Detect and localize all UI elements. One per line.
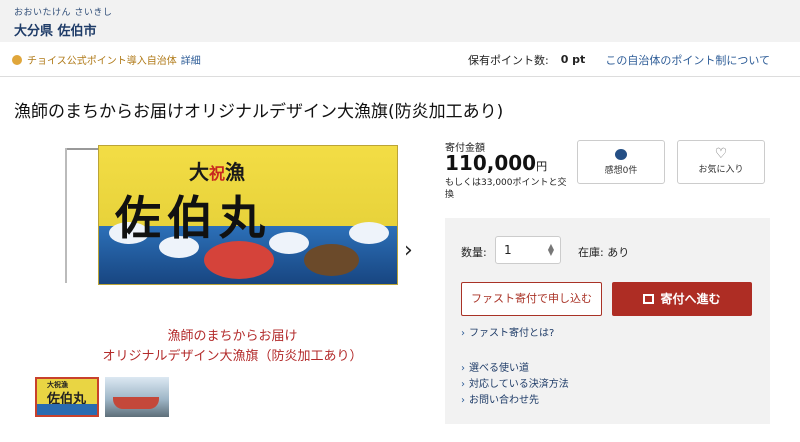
donation-amount: 110,000円 [445, 151, 548, 175]
chevron-right-icon: › [461, 328, 465, 339]
flag-wave [349, 222, 389, 244]
holding-points-value: 0 pt [560, 53, 586, 66]
flag-top-text: 大祝漁 [189, 160, 246, 184]
donate-button[interactable]: 寄付へ進む [612, 282, 752, 316]
point-system-link[interactable]: この自治体のポイント制について [605, 52, 770, 68]
chevron-right-icon: › [461, 363, 465, 374]
quantity-label: 数量: [461, 246, 487, 259]
favorite-button[interactable]: ♡ お気に入り [677, 140, 765, 184]
fast-donation-info-link[interactable]: › ファスト寄付とは? [461, 324, 554, 339]
thumbnail-flag[interactable]: 大祝漁 佐伯丸 [35, 377, 99, 417]
quantity-value: 1 [504, 243, 512, 257]
donation-panel: 数量: 1 ▲ ▼ 在庫: あり ファスト寄付で申し込む 寄付へ進む › ファスト寄… [445, 218, 770, 424]
boat-illustration [113, 397, 159, 409]
payment-methods-link[interactable]: › 対応している決済方法 [461, 375, 569, 390]
holding-points-label: 保有ポイント数: [467, 53, 549, 67]
tairyo-flag: 大祝漁 佐伯丸 [98, 145, 398, 285]
stock-status: 在庫: あり [578, 246, 630, 259]
usage-options-link[interactable]: › 選べる使い道 [461, 359, 529, 374]
header: おおいたけん さいきし 大分県 佐伯市 [0, 0, 800, 42]
point-bar: チョイス公式ポイント導入自治体 詳細 保有ポイント数: 0 pt この自治体のポ… [0, 43, 800, 77]
official-point-label: チョイス公式ポイント導入自治体 [27, 56, 177, 67]
flag-pole-vertical [65, 148, 67, 283]
image-caption-line1: 漁師のまちからお届け [167, 329, 298, 344]
fast-apply-button[interactable]: ファスト寄付で申し込む [461, 282, 602, 316]
impressions-button[interactable]: 感想0件 [577, 140, 665, 184]
next-image-arrow-icon[interactable]: › [404, 238, 413, 263]
thumbnail-sea [37, 404, 97, 415]
product-main-image[interactable]: 大祝漁 佐伯丸 漁師のまちからお届け オリジナルデザイン大漁旗（防炎加工あり） [60, 140, 405, 365]
quantity-select[interactable]: 1 ▲ ▼ [495, 236, 561, 264]
comment-icon [615, 149, 627, 160]
contact-link[interactable]: › お問い合わせ先 [461, 391, 539, 406]
impressions-label: 感想0件 [604, 166, 638, 176]
flag-wave [269, 232, 309, 254]
thumbnail-boat[interactable] [105, 377, 169, 417]
gift-icon [643, 294, 655, 304]
detail-link[interactable]: 詳細 [181, 52, 201, 67]
image-caption-line2: オリジナルデザイン大漁旗（防炎加工あり） [102, 349, 363, 364]
chevron-right-icon: › [461, 395, 465, 406]
favorite-label: お気に入り [698, 165, 744, 175]
page-title: 漁師のまちからお届けオリジナルデザイン大漁旗(防炎加工あり) [14, 102, 504, 122]
flag-pole [65, 148, 99, 150]
chevron-right-icon: › [461, 379, 465, 390]
municipality-reading: おおいたけん さいきし [14, 8, 113, 18]
spinner-icon: ▲ ▼ [547, 242, 554, 257]
alternative-points: もしくは33,000ポイントと交換 [445, 178, 567, 200]
heart-icon: ♡ [714, 146, 728, 162]
fish-illustration [304, 244, 359, 276]
flag-main-text: 佐伯丸 [115, 191, 271, 245]
municipality-name[interactable]: 大分県 佐伯市 [14, 20, 786, 39]
coin-icon [12, 54, 22, 65]
